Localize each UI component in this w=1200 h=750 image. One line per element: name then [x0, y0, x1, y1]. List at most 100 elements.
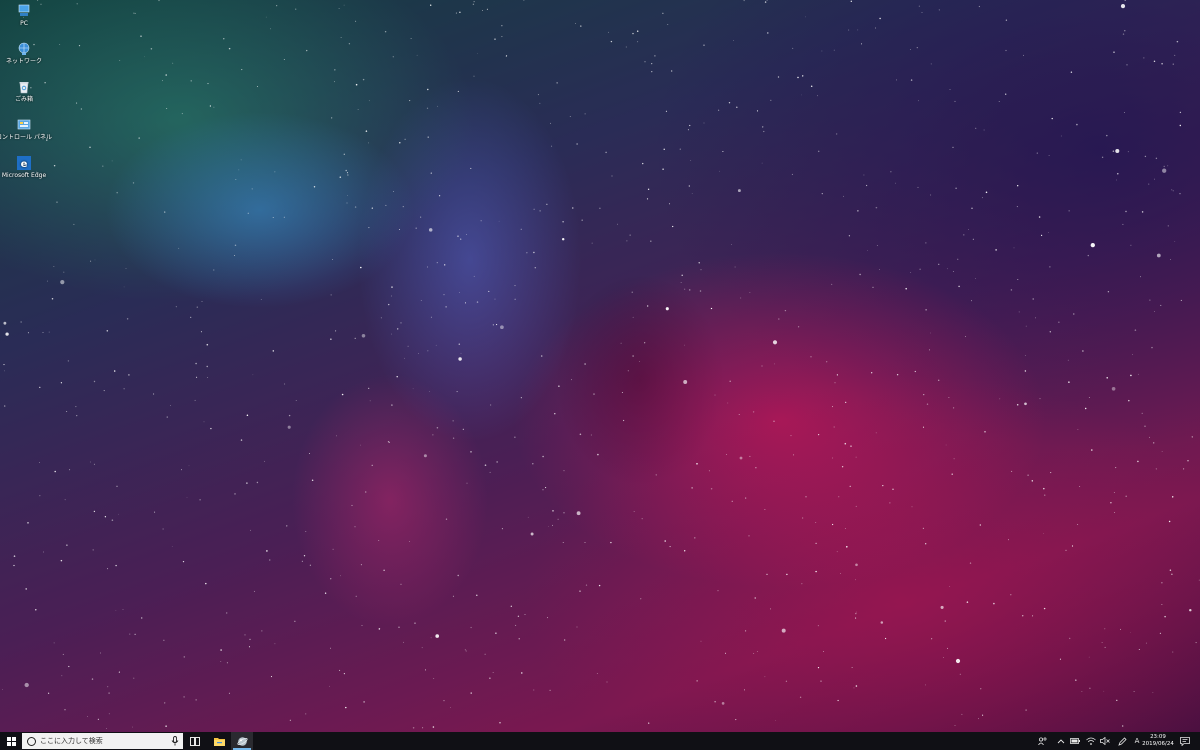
star [861, 43, 863, 45]
microphone-icon[interactable] [171, 736, 179, 746]
star [1089, 687, 1091, 689]
star [1035, 317, 1036, 319]
star [846, 546, 848, 548]
notification-icon [1180, 736, 1190, 746]
star [181, 113, 183, 115]
star [1068, 210, 1070, 212]
star [1039, 398, 1041, 400]
star [889, 502, 891, 504]
star [1024, 355, 1026, 356]
star [749, 292, 751, 293]
star [550, 122, 551, 124]
star [998, 101, 1000, 103]
star [361, 334, 366, 338]
star [576, 143, 578, 145]
star [5, 332, 9, 336]
star [540, 355, 543, 357]
star [984, 431, 986, 433]
file-explorer-button[interactable] [208, 732, 230, 750]
star [89, 461, 91, 463]
star [93, 380, 96, 383]
star [420, 299, 422, 302]
star [762, 126, 764, 128]
star [162, 80, 163, 82]
star [748, 535, 750, 537]
star [13, 564, 15, 567]
star [1076, 123, 1078, 126]
desktop-icon-edge[interactable]: e Microsoft Edge [2, 156, 46, 180]
star [778, 318, 780, 320]
star [354, 526, 356, 528]
tray-network-button[interactable] [1085, 732, 1097, 750]
star [363, 701, 365, 703]
star [1140, 276, 1142, 278]
star [59, 43, 61, 45]
star [955, 187, 957, 190]
star [443, 700, 445, 702]
star [836, 551, 838, 553]
star [223, 38, 225, 40]
star [133, 12, 135, 14]
desktop-icon-network[interactable]: ネットワーク [2, 42, 46, 66]
star [572, 207, 574, 209]
star [1090, 242, 1095, 248]
star [228, 692, 230, 694]
star [632, 32, 634, 35]
star [518, 638, 520, 640]
taskbar-search-box[interactable]: ここに入力して検索 [22, 733, 183, 749]
star [736, 106, 738, 109]
desktop-icon-control-panel[interactable]: コントロール パネル [0, 118, 52, 142]
star [1073, 313, 1075, 315]
action-center-button[interactable] [1178, 732, 1192, 750]
star [810, 85, 813, 88]
tray-volume-button[interactable] [1099, 732, 1111, 750]
star [303, 555, 306, 557]
star [895, 182, 896, 184]
star [954, 100, 956, 102]
pinned-app-button[interactable] [231, 732, 253, 750]
start-button[interactable] [0, 732, 22, 750]
search-placeholder: ここに入力して検索 [40, 737, 103, 745]
star [51, 297, 54, 300]
star [579, 433, 582, 436]
tray-battery-button[interactable] [1069, 732, 1081, 750]
task-view-button[interactable] [186, 732, 204, 750]
star [2, 689, 3, 690]
star [175, 306, 177, 308]
star [404, 138, 406, 140]
star [855, 617, 857, 619]
star [905, 287, 907, 290]
star [564, 639, 566, 641]
star [735, 719, 737, 721]
star [872, 286, 874, 288]
star [817, 625, 819, 627]
star [1091, 449, 1093, 451]
star [1153, 60, 1156, 63]
desktop-icon-pc[interactable]: PC [2, 4, 46, 28]
star [132, 726, 133, 728]
star [817, 150, 820, 153]
star [1024, 402, 1027, 406]
star [815, 570, 817, 573]
star [1041, 234, 1043, 236]
star [805, 16, 806, 18]
star [385, 204, 387, 206]
show-hidden-icons-button[interactable] [1055, 732, 1067, 750]
star [617, 223, 619, 225]
star [199, 498, 201, 501]
star [648, 722, 650, 724]
star [53, 642, 55, 644]
desktop-icon-recycle-bin[interactable]: ごみ箱 [2, 80, 46, 104]
tray-people-button[interactable] [1036, 732, 1048, 750]
star [793, 454, 795, 456]
star [195, 699, 197, 701]
tray-pen-button[interactable] [1116, 732, 1128, 750]
star [427, 136, 429, 138]
taskbar-clock[interactable]: 23:09 2019/06/24 [1140, 734, 1176, 748]
star [68, 665, 70, 668]
star [400, 583, 402, 585]
star [978, 5, 981, 8]
star [801, 583, 803, 585]
star [743, 0, 745, 2]
star [466, 482, 468, 484]
